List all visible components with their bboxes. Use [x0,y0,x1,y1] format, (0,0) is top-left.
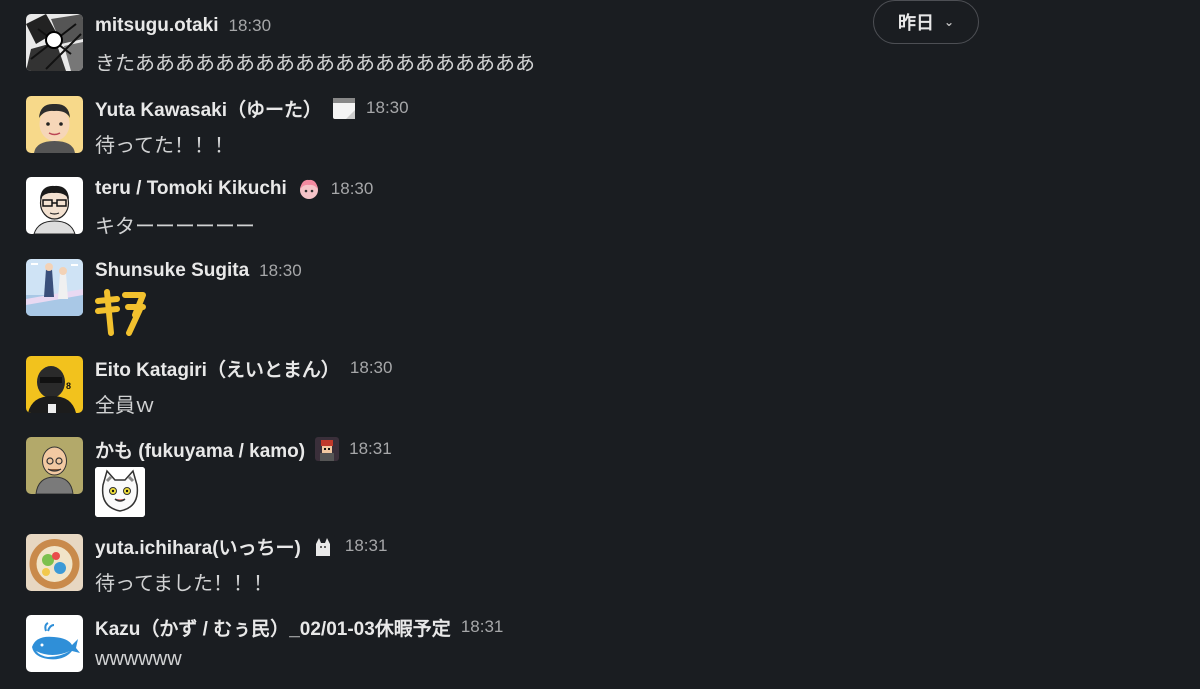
message-text: きたああああああああああああああああああああ [95,53,535,75]
avatar[interactable] [26,437,83,494]
message-row[interactable]: teru / Tomoki Kikuchi 18:30 キターーーーーー [0,177,1200,239]
user-name[interactable]: かも (fukuyama / kamo) [95,436,305,463]
message-row[interactable]: yuta.ichihara(いっちー) 18:31 待ってました！！！ [0,534,1200,596]
timestamp[interactable]: 18:31 [349,439,392,459]
message-text: wwwwww [95,648,182,670]
message-row[interactable]: 8 Eito Katagiri（えいとまん） 18:30 全員ｗ [0,356,1200,418]
message-row[interactable]: Kazu（かず / むぅ民）_02/01-03休暇予定 18:31 wwwwww [0,615,1200,672]
illustration-avatar-icon [26,259,83,316]
avatar[interactable]: 8 [26,356,83,413]
user-name[interactable]: Shunsuke Sugita [95,260,249,282]
cartoon-man-avatar-icon [26,96,83,153]
calendar-icon[interactable] [332,96,356,120]
user-name[interactable]: yuta.ichihara(いっちー) [95,533,301,560]
svg-text:8: 8 [66,381,71,391]
user-name[interactable]: teru / Tomoki Kikuchi [95,178,287,200]
message-row[interactable]: Yuta Kawasaki（ゆーた） 18:30 待ってた！！！ [0,96,1200,158]
food-avatar-icon [26,534,83,591]
timestamp[interactable]: 18:30 [259,261,302,281]
date-label: 昨日 [897,13,934,33]
timestamp[interactable]: 18:30 [350,358,393,378]
cat-icon[interactable] [310,534,335,558]
user-name[interactable]: mitsugu.otaki [95,15,219,37]
glasses-man-avatar-icon [26,177,83,234]
timestamp[interactable]: 18:30 [366,98,409,118]
pixel-character-icon[interactable] [315,437,340,461]
date-divider-button[interactable]: 昨日 ⌄ [873,0,979,44]
whale-avatar-icon [26,615,83,672]
user-name[interactable]: Eito Katagiri（えいとまん） [95,355,340,382]
manga-avatar-icon [26,14,83,71]
message-text: 待ってました！！！ [95,573,273,595]
kita-emoji[interactable] [95,289,149,339]
avatar[interactable] [26,14,83,71]
avatar[interactable] [26,96,83,153]
timestamp[interactable]: 18:30 [331,179,374,199]
message-row[interactable]: mitsugu.otaki 18:30 きたああああああああああああああああああ… [0,14,1200,76]
avatar[interactable] [26,177,83,234]
message-feed: mitsugu.otaki 18:30 きたああああああああああああああああああ… [0,0,1200,689]
chevron-down-icon: ⌄ [943,15,955,29]
anime-girl-icon[interactable] [296,177,321,201]
yellow-avatar-icon: 8 [26,356,83,413]
avatar[interactable] [26,534,83,591]
message-text: 待ってた！！！ [95,135,234,157]
cat-sticker[interactable] [95,467,145,517]
user-name[interactable]: Yuta Kawasaki（ゆーた） [95,95,322,122]
timestamp[interactable]: 18:31 [345,536,388,556]
message-text: 全員ｗ [95,395,155,417]
message-row[interactable]: かも (fukuyama / kamo) 18:31 [0,437,1200,517]
user-name[interactable]: Kazu（かず / むぅ民）_02/01-03休暇予定 [95,614,451,641]
timestamp[interactable]: 18:31 [461,617,504,637]
bald-man-avatar-icon [26,437,83,494]
timestamp[interactable]: 18:30 [229,16,272,36]
avatar[interactable] [26,259,83,316]
message-row[interactable]: Shunsuke Sugita 18:30 [0,259,1200,339]
message-text: キターーーーーー [95,216,255,238]
avatar[interactable] [26,615,83,672]
